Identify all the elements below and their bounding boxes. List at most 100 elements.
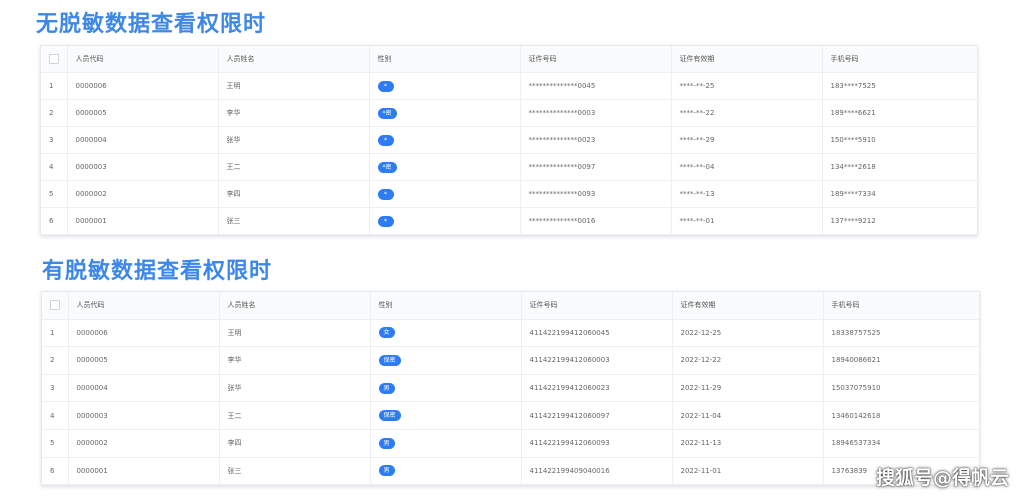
cell-person-name: 张华 (218, 126, 370, 154)
cell-person-name: 王二 (218, 153, 370, 181)
cell-gender: *密 (369, 99, 521, 127)
column-header-id-validity[interactable]: 证件有效期 (672, 292, 824, 320)
column-header-phone[interactable]: 手机号码 (823, 292, 979, 320)
gender-badge: 男 (378, 465, 395, 477)
cell-phone: 189****7334 (822, 180, 977, 208)
cell-id-validity: ****-**-13 (671, 180, 823, 208)
cell-person-code: 0000006 (68, 319, 220, 348)
cell-id-number: 411422199412060093 (521, 429, 673, 458)
table-row[interactable]: 3 0000004 张华 * **************0023 ****-**-29 1… (41, 126, 977, 154)
watermark: 搜狐号@得帆云 (875, 467, 1009, 489)
select-all-checkbox[interactable] (42, 292, 69, 320)
cell-gender: * (369, 207, 521, 235)
row-index: 4 (42, 401, 69, 430)
cell-person-name: 张三 (219, 457, 371, 486)
column-header-gender[interactable]: 性别 (370, 292, 522, 320)
row-index: 6 (41, 207, 68, 235)
column-header-code[interactable]: 人员代码 (68, 292, 220, 320)
cell-person-code: 0000002 (67, 180, 219, 208)
table-row[interactable]: 4 0000003 王二 *密 **************0097 ****-**-04… (41, 153, 977, 181)
column-header-name[interactable]: 人员姓名 (218, 46, 370, 73)
table-row[interactable]: 4 0000003 王二 保密 411422199412060097 2022-11-04… (42, 401, 979, 430)
cell-id-number: **************0023 (520, 126, 672, 154)
row-index: 1 (42, 319, 69, 348)
cell-person-code: 0000005 (68, 346, 220, 375)
unmasked-data-table: 人员代码 人员姓名 性别 证件号码 证件有效期 手机号码 1 0000006 王明女… (42, 292, 979, 486)
cell-gender: 保密 (370, 346, 522, 375)
cell-person-name: 王明 (218, 72, 370, 100)
row-index: 4 (41, 153, 68, 181)
cell-id-number: 411422199412060003 (521, 346, 673, 375)
cell-phone: 13460142618 (823, 401, 979, 430)
cell-person-code: 0000001 (67, 207, 219, 235)
table-row[interactable]: 1 0000006 王明女 411422199412060045 2022-12-25 1… (42, 319, 979, 348)
cell-id-validity: 2022-11-13 (672, 429, 824, 458)
cell-person-name: 王二 (219, 401, 371, 430)
gender-badge: 女 (378, 327, 395, 339)
cell-gender: 男 (370, 374, 522, 403)
row-index: 6 (42, 457, 69, 486)
section-title-masked: 无脱敏数据查看权限时 (36, 12, 267, 37)
cell-id-number: **************0016 (520, 207, 672, 235)
cell-phone: 18338757525 (823, 319, 979, 348)
cell-id-validity: 2022-11-29 (672, 374, 824, 403)
column-header-gender[interactable]: 性别 (369, 46, 521, 73)
row-index: 3 (42, 374, 69, 403)
cell-person-code: 0000003 (68, 401, 220, 430)
column-header-id-number[interactable]: 证件号码 (521, 292, 673, 320)
cell-gender: 男 (370, 429, 522, 458)
cell-phone: 189****6621 (822, 99, 977, 127)
cell-gender: * (369, 126, 521, 154)
cell-gender: * (369, 180, 521, 208)
cell-person-name: 张三 (218, 207, 370, 235)
column-header-phone[interactable]: 手机号码 (822, 46, 977, 73)
gender-badge: 男 (378, 382, 395, 394)
table-row[interactable]: 5 0000002 李四 * **************0093 ****-**-13 1… (41, 180, 977, 208)
cell-person-code: 0000005 (67, 99, 219, 127)
unmasked-data-table-panel: 人员代码 人员姓名 性别 证件号码 证件有效期 手机号码 1 0000006 王明女… (41, 291, 980, 487)
cell-person-name: 王明 (219, 319, 371, 348)
cell-id-validity: 2022-11-01 (672, 457, 824, 486)
cell-id-number: 411422199412060045 (521, 319, 673, 348)
cell-phone: 18946537334 (823, 429, 979, 458)
row-index: 1 (41, 72, 68, 100)
table-row[interactable]: 5 0000002 李四男 411422199412060093 2022-11-13 1… (42, 429, 979, 458)
cell-phone: 134****2618 (822, 153, 977, 181)
cell-id-number: **************0097 (520, 153, 672, 181)
gender-badge: 男 (378, 437, 395, 449)
cell-id-validity: 2022-12-25 (672, 319, 824, 348)
table-row[interactable]: 3 0000004 张华男 411422199412060023 2022-11-29 1… (42, 374, 979, 403)
table-row[interactable]: 2 0000005 李华 *密 **************0003 ****-**-22… (41, 99, 977, 127)
cell-phone: 183****7525 (822, 72, 977, 100)
column-header-id-validity[interactable]: 证件有效期 (671, 46, 823, 73)
column-header-name[interactable]: 人员姓名 (219, 292, 371, 320)
gender-badge: *密 (377, 107, 397, 119)
cell-id-number: **************0093 (520, 180, 672, 208)
cell-person-code: 0000002 (68, 429, 220, 458)
table-header-row: 人员代码 人员姓名 性别 证件号码 证件有效期 手机号码 (41, 46, 977, 73)
masked-data-table-panel: 人员代码 人员姓名 性别 证件号码 证件有效期 手机号码 1 0000006 王明 *… (40, 45, 978, 236)
gender-badge: * (377, 215, 394, 227)
table-row[interactable]: 6 0000001 张三 * **************0016 ****-**-01 1… (41, 207, 977, 235)
row-index: 2 (41, 99, 68, 127)
row-index: 3 (41, 126, 68, 154)
cell-id-validity: 2022-12-22 (672, 346, 824, 375)
column-header-code[interactable]: 人员代码 (67, 46, 219, 73)
cell-gender: 男 (370, 457, 522, 486)
cell-person-name: 李华 (218, 99, 370, 127)
table-body: 1 0000006 王明女 411422199412060045 2022-12-25 1… (42, 319, 979, 486)
row-index: 2 (42, 346, 69, 375)
cell-person-code: 0000003 (67, 153, 219, 181)
row-index: 5 (42, 429, 69, 458)
gender-badge: * (377, 134, 394, 146)
cell-person-name: 李四 (219, 429, 371, 458)
table-row[interactable]: 2 0000005 李华 保密 411422199412060003 2022-12-22… (42, 346, 979, 375)
table-row[interactable]: 6 0000001 张三男 411422199409040016 2022-11-01 1… (42, 457, 979, 486)
cell-phone: 150****5910 (822, 126, 977, 154)
column-header-id-number[interactable]: 证件号码 (520, 46, 672, 73)
select-all-checkbox[interactable] (41, 46, 68, 73)
row-index: 5 (41, 180, 68, 208)
cell-person-name: 李四 (218, 180, 370, 208)
table-row[interactable]: 1 0000006 王明 * **************0045 ****-**-25 1… (41, 72, 977, 100)
cell-id-validity: 2022-11-04 (672, 401, 824, 430)
